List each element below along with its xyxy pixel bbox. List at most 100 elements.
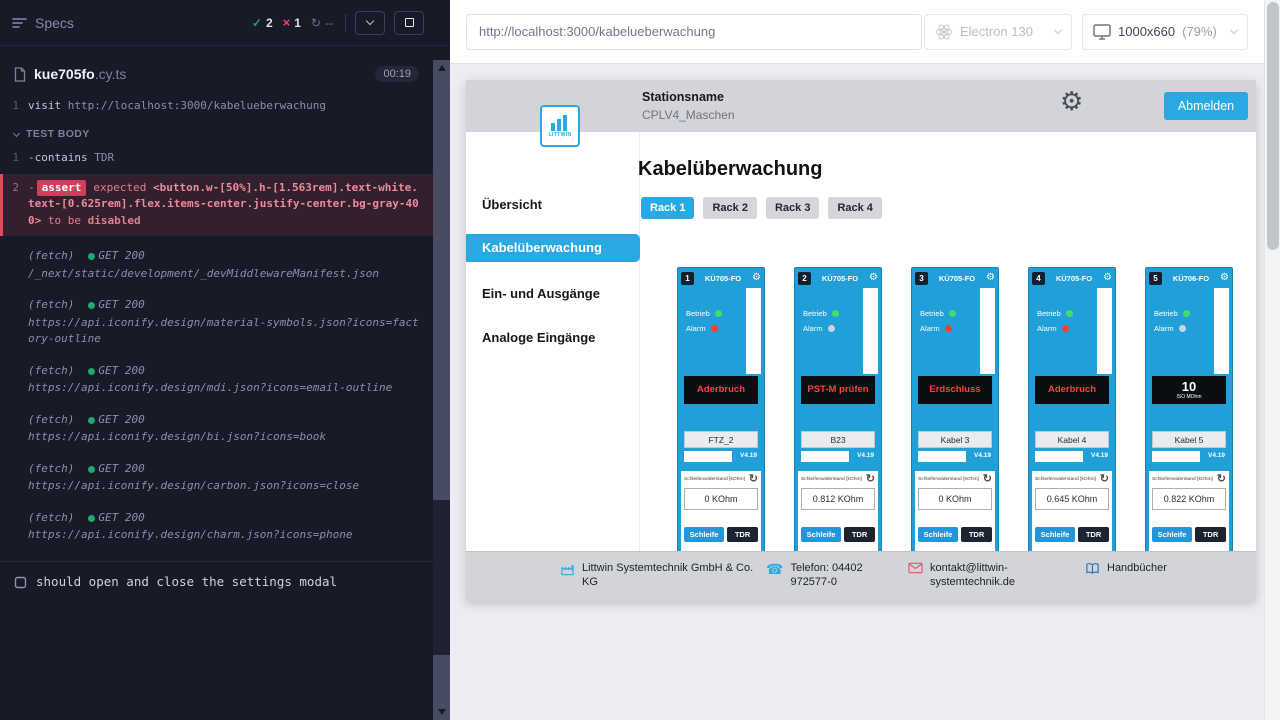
betrieb-led (715, 310, 722, 317)
log-fetch-entry[interactable]: (fetch) GET 200 https://api.iconify.desi… (0, 458, 433, 498)
refresh-icon[interactable]: ↻ (1217, 474, 1226, 484)
collapse-button[interactable] (355, 11, 385, 35)
status-unit: ISO MOhm (1176, 394, 1201, 400)
gear-icon[interactable]: ⚙ (1103, 273, 1112, 283)
command-name: -contains (28, 151, 88, 164)
check-icon: ✓ (252, 16, 262, 30)
command-name: visit (28, 99, 61, 112)
card-model: KÜ706-FO (1164, 274, 1218, 283)
schleife-button[interactable]: Schleife (1152, 527, 1192, 542)
resistance-value: 0.645 KOhm (1035, 488, 1109, 510)
log-fetch-entry[interactable]: (fetch) GET 200 https://api.iconify.desi… (0, 360, 433, 400)
station-value: CPLV4_Maschen (642, 108, 735, 122)
betrieb-led (832, 310, 839, 317)
browser-select[interactable]: Electron 130 (924, 14, 1072, 50)
success-dot-icon (88, 417, 95, 424)
measurement-panel: Schleifenwiderstand [kOhm] ↻ 0.822 KOhm … (1149, 471, 1229, 563)
rack-tabs: Rack 1 Rack 2 Rack 3 Rack 4 (641, 197, 882, 219)
refresh-icon[interactable]: ↻ (866, 474, 875, 484)
logo-skyline-icon (549, 114, 571, 131)
card-model: KÜ705-FO (813, 274, 867, 283)
alarm-led (711, 325, 718, 332)
nav-item-ein-ausgaenge[interactable]: Ein- und Ausgänge (466, 280, 640, 308)
log-visit-command[interactable]: 1 visit http://localhost:3000/kabelueber… (0, 95, 433, 118)
viewport-select[interactable]: 1000x660 (79%) (1082, 14, 1248, 50)
betrieb-led (1066, 310, 1073, 317)
tdr-button[interactable]: TDR (961, 527, 992, 542)
footer-company[interactable]: Littwin Systemtechnik GmbH & Co. KG (560, 561, 754, 590)
resistance-value: 0.822 KOhm (1152, 488, 1226, 510)
gear-icon[interactable]: ⚙ (1220, 273, 1229, 283)
stop-button[interactable] (394, 11, 424, 35)
fetch-url: https://api.iconify.design/mdi.json?icon… (28, 380, 421, 397)
assert-tobe: to be (48, 214, 81, 227)
nav-item-analoge-eingaenge[interactable]: Analoge Eingänge (466, 324, 640, 352)
log-fetch-entry[interactable]: (fetch) GET 200 https://api.iconify.desi… (0, 294, 433, 351)
scroll-up-icon[interactable] (438, 65, 446, 71)
footer-email[interactable]: kontakt@littwin-systemtechnik.de (908, 561, 1058, 590)
betrieb-label: Betrieb (686, 309, 710, 318)
refresh-icon[interactable]: ↻ (1100, 474, 1109, 484)
log-fetch-entry[interactable]: (fetch) GET 200 https://api.iconify.desi… (0, 409, 433, 449)
gear-icon[interactable]: ⚙ (986, 273, 995, 283)
test-body-section[interactable]: TEST BODY (0, 118, 433, 148)
specs-list-icon[interactable] (12, 17, 27, 29)
alarm-label: Alarm (920, 324, 940, 333)
logout-button[interactable]: Abmelden (1164, 92, 1248, 120)
spec-title-row[interactable]: kue705fo .cy.ts 00:19 (0, 59, 433, 89)
tdr-button[interactable]: TDR (1078, 527, 1109, 542)
device-card-4: 4 KÜ705-FO ⚙ Betrieb Alarm Aderbruch Kab… (1028, 267, 1116, 567)
tdr-button[interactable]: TDR (727, 527, 758, 542)
cable-name: Kabel 4 (1035, 431, 1109, 448)
page-scrollbar[interactable] (1264, 0, 1280, 720)
url-input[interactable]: http://localhost:3000/kabelueberwachung (466, 14, 922, 50)
tdr-button[interactable]: TDR (1195, 527, 1226, 542)
sidebar-scrollbar[interactable] (433, 60, 450, 720)
tab-rack-1[interactable]: Rack 1 (641, 197, 694, 219)
pending-count: ↻ -- (311, 16, 333, 30)
nav-item-kabelueberwachung[interactable]: Kabelüberwachung (466, 234, 640, 262)
nav-item-uebersicht[interactable]: Übersicht (466, 191, 640, 219)
version-field (684, 451, 732, 462)
betrieb-led (1183, 310, 1190, 317)
assert-selector: <button.w-[50%].h-[1.563rem].text-white.… (28, 181, 419, 227)
alarm-led (945, 325, 952, 332)
refresh-icon[interactable]: ↻ (983, 474, 992, 484)
littwin-logo: LITTWIN (540, 105, 580, 147)
tab-rack-2[interactable]: Rack 2 (703, 197, 756, 219)
success-dot-icon (88, 515, 95, 522)
card-display (1097, 288, 1112, 374)
log-fetch-entry[interactable]: (fetch) GET 200 https://api.iconify.desi… (0, 507, 433, 547)
footer-phone[interactable]: ☎ Telefon: 04402 972577-0 (766, 561, 890, 590)
log-assert-failed[interactable]: 2 -assertexpected <button.w-[50%].h-[1.5… (0, 174, 433, 237)
log-fetch-entry[interactable]: (fetch) GET 200 /_next/static/developmen… (0, 245, 433, 285)
refresh-icon[interactable]: ↻ (749, 474, 758, 484)
card-display (863, 288, 878, 374)
gear-icon[interactable]: ⚙ (869, 273, 878, 283)
gear-icon[interactable]: ⚙ (752, 273, 761, 283)
measurement-panel: Schleifenwiderstand [kOhm] ↻ 0.645 KOhm … (1032, 471, 1112, 563)
schleife-button[interactable]: Schleife (1035, 527, 1075, 542)
screen: Specs ✓ 2 × 1 ↻ -- (0, 0, 1280, 720)
scrollbar-thumb[interactable] (1267, 2, 1279, 250)
card-model: KÜ705-FO (930, 274, 984, 283)
schleife-button[interactable]: Schleife (684, 527, 724, 542)
log-contains-command[interactable]: 1 -contains TDR (0, 147, 433, 170)
tab-rack-4[interactable]: Rack 4 (828, 197, 881, 219)
next-test-row[interactable]: should open and close the settings modal (0, 561, 433, 603)
fetch-url: https://api.iconify.design/carbon.json?i… (28, 478, 421, 495)
scrollbar-thumb[interactable] (433, 500, 450, 655)
status-display: 10 ISO MOhm (1152, 376, 1226, 404)
version-field (1035, 451, 1083, 462)
status-display: PST-M prüfen (801, 376, 875, 404)
schleife-button[interactable]: Schleife (801, 527, 841, 542)
footer-manuals[interactable]: Handbücher (1085, 561, 1167, 575)
tdr-button[interactable]: TDR (844, 527, 875, 542)
measurement-panel: Schleifenwiderstand [kOhm] ↻ 0 KOhm Schl… (915, 471, 995, 563)
tab-rack-3[interactable]: Rack 3 (766, 197, 819, 219)
settings-gear-icon[interactable]: ⚙ (1060, 88, 1083, 114)
scroll-down-icon[interactable] (438, 709, 446, 715)
specs-label[interactable]: Specs (35, 15, 74, 31)
schleife-button[interactable]: Schleife (918, 527, 958, 542)
cable-name: Kabel 5 (1152, 431, 1226, 448)
